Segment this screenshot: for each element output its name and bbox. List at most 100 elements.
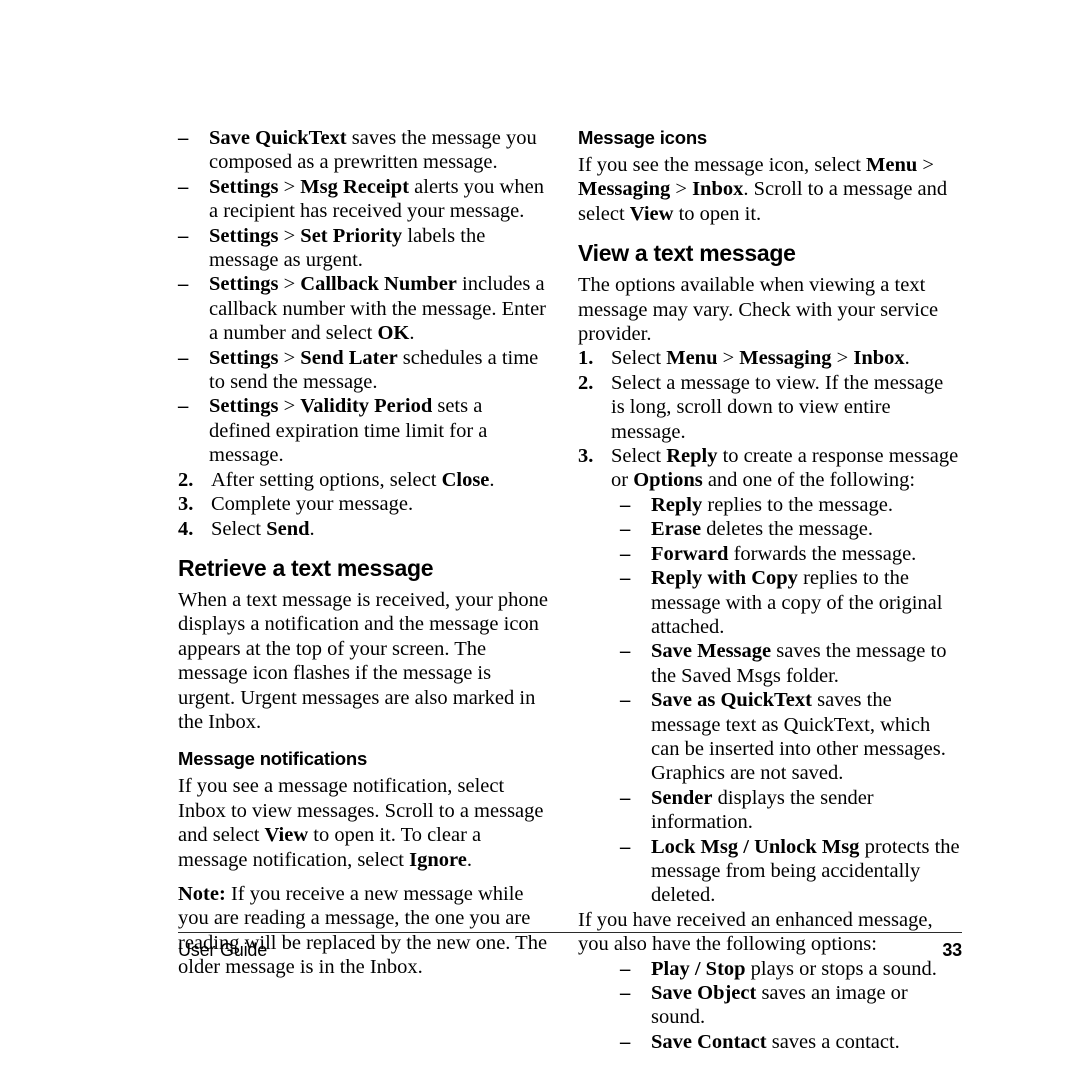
sub-heading-message-icons: Message icons	[578, 127, 708, 148]
list-item-text: Complete your message.	[211, 493, 413, 515]
text-run: deletes the message.	[701, 518, 874, 541]
dash-bullet-icon: –	[178, 395, 189, 418]
bold-run: Save Message	[651, 640, 772, 663]
bold-run: Reply with Copy	[651, 567, 798, 590]
right-column: Message icons If you see the message ico…	[578, 126, 962, 1054]
message-icons-paragraph: If you see the message icon, select Menu…	[578, 153, 962, 226]
list-item-text: Save Message saves the message to the Sa…	[651, 640, 946, 686]
bold-run: Ignore	[409, 848, 467, 871]
section-heading-view-a-text-message: View a text message	[578, 240, 796, 267]
dash-list-item: – Save as QuickText saves the message tex…	[620, 688, 962, 786]
footer-document-label: User Guide	[178, 940, 268, 960]
list-item-text: Select Menu > Messaging > Inbox.	[611, 347, 910, 369]
text-run: .	[904, 347, 910, 370]
text-run: After setting options, select	[211, 468, 442, 491]
text-run: >	[670, 178, 693, 201]
text-run: >	[278, 395, 301, 418]
dash-bullet-icon: –	[620, 1030, 631, 1053]
text-run: Select a message to view. If the message…	[611, 371, 944, 443]
text-run: >	[278, 346, 301, 369]
text-run: If you see the message icon, select	[578, 154, 867, 176]
list-item-text: Select a message to view. If the message…	[611, 372, 943, 443]
step-number: 3.	[578, 445, 594, 468]
dash-list-item: – Save Contact saves a contact.	[620, 1030, 962, 1054]
numbered-step: 2. After setting options, select Close.	[178, 468, 548, 492]
list-item-text: Save Object saves an image or sound.	[651, 982, 908, 1028]
list-item-text: Save Contact saves a contact.	[651, 1031, 900, 1053]
text-run: If you receive a new message while you a…	[178, 882, 548, 979]
text-run: When a text message is received, your ph…	[178, 588, 549, 733]
text-run: saves a contact.	[766, 1030, 900, 1053]
text-run: and one of the following:	[702, 469, 916, 492]
dash-list-item: – Reply replies to the message.	[620, 493, 962, 517]
dash-bullet-icon: –	[178, 224, 189, 247]
bold-run: Validity Period	[300, 395, 433, 418]
bold-run: Inbox	[692, 178, 744, 201]
step-number: 4.	[178, 517, 194, 540]
list-item-text: Sender displays the sender information.	[651, 787, 874, 833]
footer-row: User Guide 33	[178, 933, 962, 961]
step-number: 2.	[578, 371, 594, 394]
list-item-text: After setting options, select Close.	[211, 469, 495, 491]
list-item-text: Settings > Callback Number includes a ca…	[209, 273, 546, 344]
dash-bullet-icon: –	[178, 346, 189, 369]
section-heading-retrieve-a-text-message: Retrieve a text message	[178, 554, 434, 581]
text-run: forwards the message.	[728, 542, 917, 565]
enhanced-message-dash-list: – Play / Stop plays or stops a sound. – Sav…	[620, 957, 962, 1055]
list-item-text: Save as QuickText saves the message text…	[651, 689, 946, 784]
bold-run: Settings	[209, 224, 279, 247]
list-item-text: Reply replies to the message.	[651, 494, 893, 516]
text-run: Complete your message.	[211, 493, 414, 516]
text-run: .	[409, 322, 415, 345]
dash-bullet-icon: –	[620, 835, 631, 858]
dash-bullet-icon: –	[178, 175, 189, 198]
text-run: The options available when viewing a tex…	[578, 274, 939, 346]
bold-run: Send	[266, 517, 310, 540]
text-run: >	[917, 154, 934, 176]
bold-run: Inbox	[853, 347, 905, 370]
bold-run: Menu	[866, 154, 918, 176]
dash-bullet-icon: –	[620, 493, 631, 516]
sub-heading-message-notifications: Message notifications	[178, 748, 368, 770]
numbered-step: 4. Select Send.	[178, 517, 548, 541]
list-item-text: Settings > Send Later schedules a time t…	[209, 347, 538, 393]
numbered-step: 1. Select Menu > Messaging > Inbox.	[578, 346, 962, 370]
bold-run: Messaging	[578, 178, 671, 201]
text-run: .	[309, 517, 315, 540]
bold-run: Sender	[651, 786, 713, 809]
text-run: Select	[611, 347, 667, 370]
list-item-text: Forward forwards the message.	[651, 543, 916, 565]
bold-run: Send Later	[300, 346, 398, 369]
two-column-body: – Save QuickText saves the message you co…	[178, 126, 962, 1053]
bold-run: View	[264, 824, 309, 847]
bold-run: Messaging	[739, 347, 832, 370]
bold-run: Settings	[209, 346, 279, 369]
text-run: replies to the message.	[702, 493, 893, 516]
step-number: 2.	[178, 468, 194, 491]
text-run: Select	[211, 517, 267, 540]
step-number: 1.	[578, 347, 594, 370]
text-run: >	[278, 175, 301, 198]
bold-run: Msg Receipt	[300, 175, 410, 198]
numbered-step: 3. Complete your message.	[178, 492, 548, 516]
dash-list-item: – Lock Msg / Unlock Msg protects the mess…	[620, 835, 962, 908]
dash-bullet-icon: –	[620, 567, 631, 590]
bold-run: Settings	[209, 395, 279, 418]
dash-list-item: – Erase deletes the message.	[620, 517, 962, 541]
footer-page-number: 33	[942, 940, 962, 960]
message-notifications-note: Note: If you receive a new message while…	[178, 882, 548, 980]
bold-run: Set Priority	[300, 224, 403, 247]
user-guide-page: – Save QuickText saves the message you co…	[0, 0, 1080, 1080]
bold-run: Reply	[666, 445, 718, 468]
bold-run: Lock Msg / Unlock Msg	[651, 835, 860, 858]
list-item-text: Erase deletes the message.	[651, 518, 873, 540]
dash-bullet-icon: –	[620, 518, 631, 541]
continued-options-dash-list: – Save QuickText saves the message you co…	[178, 126, 548, 468]
list-item-text: Select Reply to create a response messag…	[611, 445, 958, 491]
dash-bullet-icon: –	[620, 786, 631, 809]
bold-run: OK	[377, 322, 410, 345]
dash-list-item: – Reply with Copy replies to the message …	[620, 566, 962, 639]
text-run: to open it.	[673, 202, 762, 225]
bold-run: Note:	[178, 882, 226, 905]
bold-run: Save Object	[651, 982, 757, 1004]
